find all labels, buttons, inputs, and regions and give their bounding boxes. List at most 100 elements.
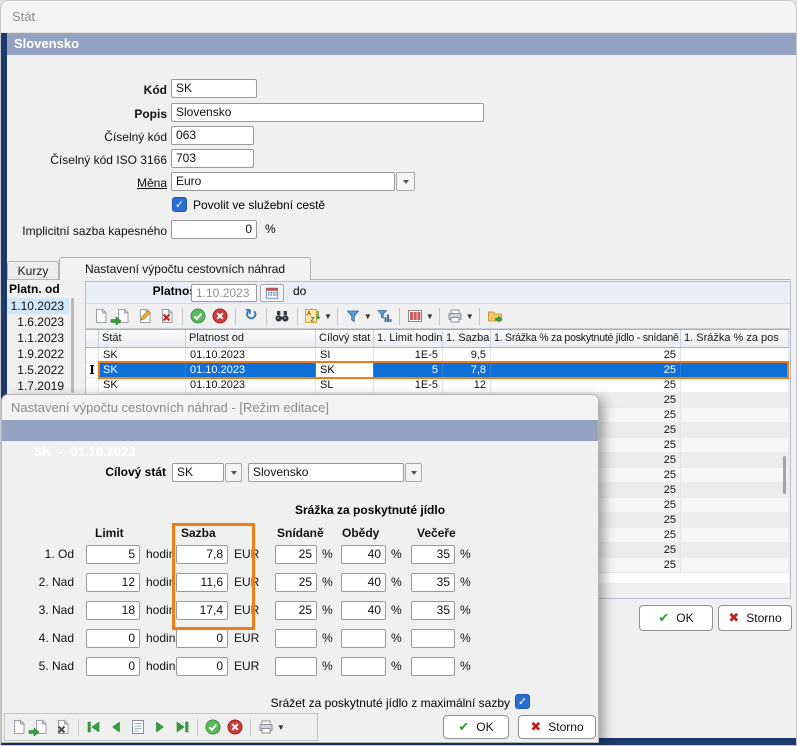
table-cell[interactable] (681, 438, 789, 452)
kapesne-field[interactable]: 0 (171, 220, 257, 239)
dinner-input[interactable]: 35 (411, 573, 455, 592)
breakfast-input[interactable]: 25 (275, 545, 317, 564)
table-cell[interactable] (681, 393, 789, 407)
calendar-button[interactable] (260, 284, 284, 302)
table-cell[interactable]: SK (99, 378, 186, 392)
search-button[interactable] (272, 306, 292, 326)
limit-input[interactable]: 5 (86, 545, 140, 564)
delete-record-button[interactable] (53, 717, 73, 737)
table-cell[interactable]: 5 (374, 363, 443, 377)
edit-button[interactable] (135, 306, 155, 326)
table-cell[interactable]: SL (316, 378, 374, 392)
first-record-button[interactable] (84, 717, 104, 737)
date-item[interactable]: 1.7.2019 (7, 378, 69, 394)
date-item[interactable]: 1.1.2023 (7, 330, 69, 346)
dinner-input[interactable] (411, 657, 455, 676)
filter-button[interactable] (343, 306, 363, 326)
refresh-button[interactable]: ↻ (241, 306, 261, 326)
grid-column-header[interactable]: Stát (99, 330, 186, 347)
table-cell[interactable]: SK (316, 363, 374, 377)
table-cell[interactable]: 01.10.2023 (186, 363, 316, 377)
date-item[interactable]: 1.5.2022 (7, 362, 69, 378)
sort-az-button[interactable] (303, 306, 323, 326)
columns-button[interactable] (405, 306, 425, 326)
table-cell[interactable] (681, 498, 789, 512)
table-cell[interactable]: 1E-5 (374, 378, 443, 392)
table-cell[interactable] (681, 453, 789, 467)
table-cell[interactable] (681, 558, 789, 572)
date-item[interactable]: 1.10.2023 (7, 298, 69, 314)
rate-input[interactable]: 0 (176, 657, 228, 676)
grid-column-header[interactable] (86, 330, 99, 347)
dialog-print-button[interactable] (256, 717, 276, 737)
print-dropdown-arrow[interactable]: ▼ (277, 723, 285, 732)
accept-record-button[interactable] (203, 717, 223, 737)
breakfast-input[interactable]: 25 (275, 601, 317, 620)
cilovy-stat-code-dropdown-button[interactable] (225, 463, 242, 482)
limit-input[interactable]: 18 (86, 601, 140, 620)
last-record-button[interactable] (172, 717, 192, 737)
table-cell[interactable]: 7,8 (443, 363, 491, 377)
limit-input[interactable]: 12 (86, 573, 140, 592)
cilovy-stat-name-combobox[interactable]: Slovensko (248, 463, 404, 482)
table-row[interactable]: ISK01.10.2023SK57,825 (86, 363, 789, 378)
table-cell[interactable]: 01.10.2023 (186, 348, 316, 362)
table-cell[interactable]: 25 (491, 378, 681, 392)
grid-column-header[interactable]: 1. Srážka % za pos (681, 330, 789, 347)
next-record-button[interactable] (150, 717, 170, 737)
platnost-od-input[interactable]: 1.10.2023 (191, 284, 257, 302)
rate-input[interactable]: 7,8 (176, 545, 228, 564)
table-cell[interactable] (681, 423, 789, 437)
dinner-input[interactable]: 35 (411, 545, 455, 564)
export-button[interactable] (485, 306, 505, 326)
table-cell[interactable] (681, 543, 789, 557)
copy-record-button[interactable] (31, 717, 51, 737)
tab-kurzy[interactable]: Kurzy (7, 261, 59, 279)
cancel-button[interactable] (210, 306, 230, 326)
table-cell[interactable] (681, 528, 789, 542)
rate-input[interactable]: 0 (176, 629, 228, 648)
filter-values-button[interactable] (374, 306, 394, 326)
table-cell[interactable]: 01.10.2023 (186, 378, 316, 392)
print-button[interactable] (445, 306, 465, 326)
table-row[interactable]: SK01.10.2023SL1E-51225 (86, 378, 789, 393)
table-cell[interactable] (681, 468, 789, 482)
tab-nastaveni-vypoctu[interactable]: Nastavení výpočtu cestovních náhrad (59, 257, 311, 280)
breakfast-input[interactable] (275, 629, 317, 648)
lunch-input[interactable] (341, 629, 386, 648)
popis-field[interactable]: Slovensko (171, 103, 484, 122)
mena-dropdown-button[interactable] (396, 172, 415, 191)
date-item[interactable]: 1.9.2022 (7, 346, 69, 362)
grid-column-header[interactable]: Cílový stat (316, 330, 374, 347)
grid-column-header[interactable]: 1. Limit hodin (374, 330, 443, 347)
dialog-storno-button[interactable]: ✖ Storno (518, 715, 596, 739)
cancel-record-button[interactable] (225, 717, 245, 737)
srazet-checkbox[interactable]: ✓ (515, 694, 530, 709)
lunch-input[interactable]: 40 (341, 601, 386, 620)
grid-column-header[interactable]: Platnost od (186, 330, 316, 347)
record-form-button[interactable] (128, 717, 148, 737)
prev-record-button[interactable] (106, 717, 126, 737)
date-item[interactable]: 1.6.2023 (7, 314, 69, 330)
accept-button[interactable] (188, 306, 208, 326)
print-dropdown-arrow[interactable]: ▼ (466, 312, 474, 321)
limit-input[interactable]: 0 (86, 657, 140, 676)
storno-button[interactable]: ✖ Storno (718, 605, 792, 631)
kod-field[interactable]: SK (171, 79, 257, 98)
dinner-input[interactable] (411, 629, 455, 648)
ciselny-kod-field[interactable]: 063 (171, 126, 254, 145)
new-button[interactable] (91, 306, 111, 326)
lunch-input[interactable]: 40 (341, 573, 386, 592)
cilovy-stat-name-dropdown-button[interactable] (405, 463, 422, 482)
table-row[interactable]: SK01.10.2023SI1E-59,525 (86, 348, 789, 363)
new-record-button[interactable] (9, 717, 29, 737)
columns-dropdown-arrow[interactable]: ▼ (426, 312, 434, 321)
breakfast-input[interactable]: 25 (275, 573, 317, 592)
povolit-checkbox[interactable]: ✓ (172, 197, 187, 212)
table-cell[interactable]: 12 (443, 378, 491, 392)
dates-scrollbar[interactable] (71, 298, 74, 393)
rate-input[interactable]: 11,6 (176, 573, 228, 592)
table-cell[interactable]: SI (316, 348, 374, 362)
ok-button[interactable]: ✔ OK (639, 605, 713, 631)
table-cell[interactable]: 25 (491, 348, 681, 362)
